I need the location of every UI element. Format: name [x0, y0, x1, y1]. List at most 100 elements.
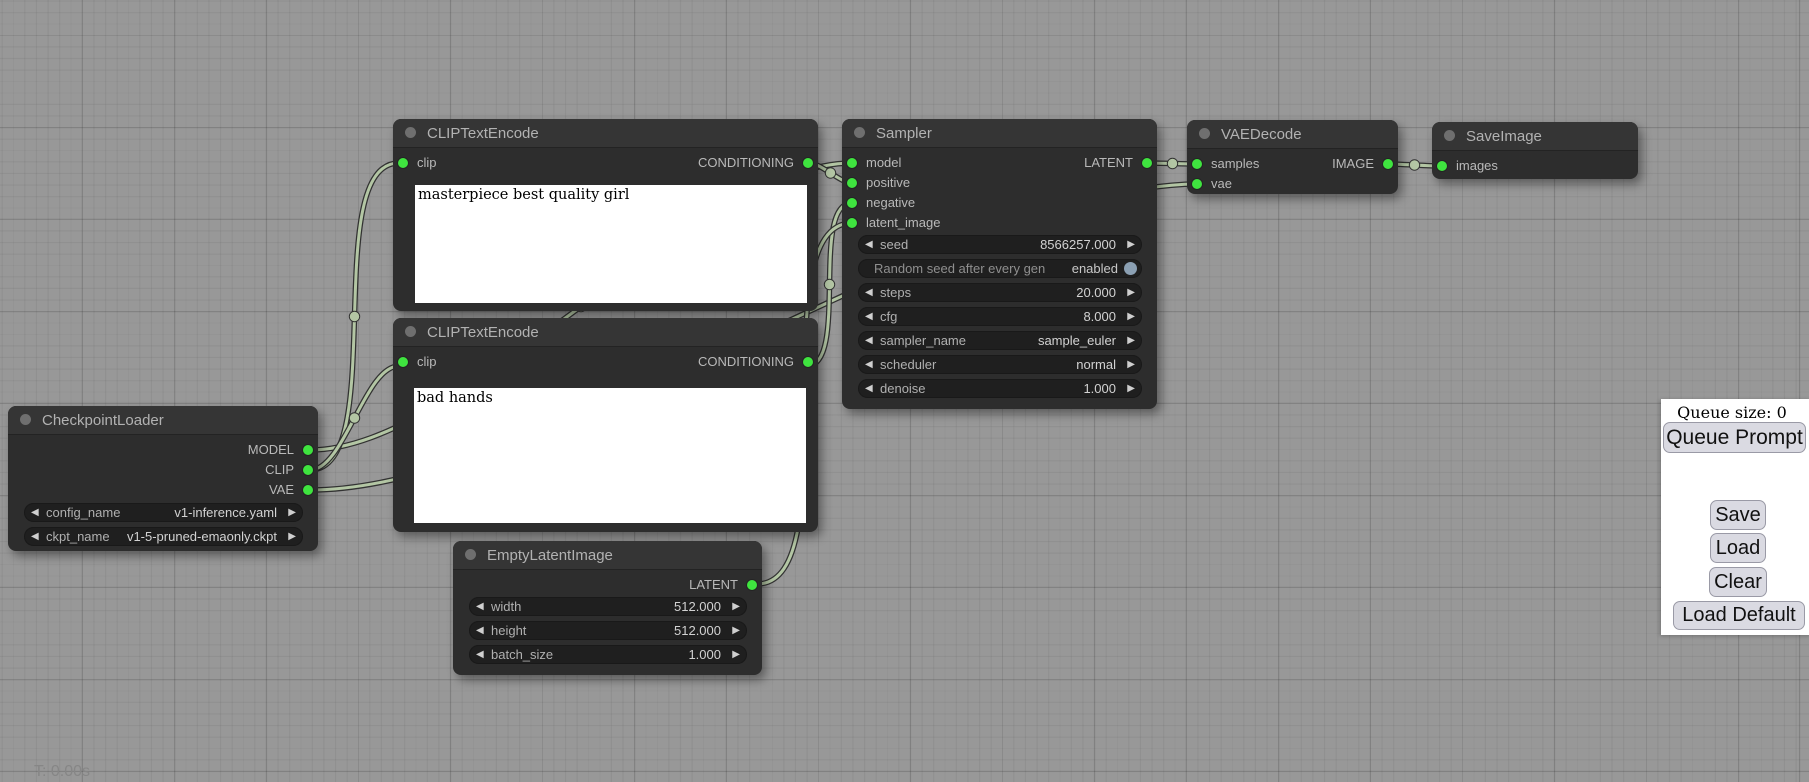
- collapse-dot-icon[interactable]: [1199, 128, 1210, 139]
- collapse-dot-icon[interactable]: [20, 414, 31, 425]
- load-default-button[interactable]: Load Default: [1673, 601, 1805, 630]
- node-clip-text-encode-negative[interactable]: CLIPTextEncodeclipCONDITIONINGbad hands: [393, 318, 818, 532]
- widget-right-arrow-icon[interactable]: ▶: [1127, 283, 1135, 302]
- graph-canvas[interactable]: CheckpointLoaderMODELCLIPVAE◀▶config_nam…: [0, 0, 1809, 782]
- output-port-dot[interactable]: [303, 485, 313, 495]
- node-title: CLIPTextEncode: [427, 324, 539, 341]
- widget-value: v1-5-pruned-emaonly.ckpt: [127, 527, 277, 546]
- widget-steps[interactable]: ◀ ▶ steps 20.000: [858, 283, 1142, 302]
- widget-left-arrow-icon[interactable]: ◀: [31, 503, 39, 522]
- widget-right-arrow-icon[interactable]: ▶: [288, 527, 296, 546]
- widget-label: Random seed after every gen: [874, 259, 1045, 278]
- widget-toggle[interactable]: Random seed after every genenabled: [858, 259, 1142, 278]
- clear-button[interactable]: Clear: [1709, 567, 1767, 597]
- output-port-IMAGE: IMAGE: [1332, 156, 1393, 172]
- prompt-textarea[interactable]: bad hands: [414, 388, 806, 523]
- collapse-dot-icon[interactable]: [1444, 130, 1455, 141]
- prompt-textarea[interactable]: masterpiece best quality girl: [415, 185, 807, 303]
- collapse-dot-icon[interactable]: [405, 127, 416, 138]
- output-port-VAE: VAE: [269, 482, 313, 498]
- collapse-dot-icon[interactable]: [854, 127, 865, 138]
- widget-cfg[interactable]: ◀▶cfg8.000: [858, 307, 1142, 326]
- input-port-dot[interactable]: [398, 158, 408, 168]
- node-title-bar: EmptyLatentImage: [453, 541, 762, 570]
- widget-label: height: [491, 621, 526, 640]
- save-button[interactable]: Save: [1710, 500, 1766, 530]
- toggle-knob-icon[interactable]: [1124, 262, 1137, 275]
- widget-left-arrow-icon[interactable]: ◀: [865, 307, 873, 326]
- output-port-dot[interactable]: [803, 158, 813, 168]
- widget-label: sampler_name: [880, 331, 966, 350]
- widget-value: 8.000: [1083, 307, 1116, 326]
- input-port-dot[interactable]: [1192, 159, 1202, 169]
- input-port-dot[interactable]: [1192, 179, 1202, 189]
- input-port-dot[interactable]: [847, 178, 857, 188]
- widget-left-arrow-icon[interactable]: ◀: [865, 283, 873, 302]
- node-clip-text-encode-positive[interactable]: CLIPTextEncodeclipCONDITIONINGmasterpiec…: [393, 119, 818, 311]
- output-port-dot[interactable]: [1142, 158, 1152, 168]
- queue-sidebar: Queue size: 0 Queue Prompt Save Load Cle…: [1661, 399, 1809, 635]
- widget-config_name[interactable]: ◀▶config_namev1-inference.yaml: [24, 503, 303, 522]
- widget-left-arrow-icon[interactable]: ◀: [31, 527, 39, 546]
- widget-right-arrow-icon[interactable]: ▶: [1127, 331, 1135, 350]
- widget-right-arrow-icon[interactable]: ▶: [1127, 235, 1135, 254]
- widget-right-arrow-icon[interactable]: ▶: [1127, 379, 1135, 398]
- widget-right-arrow-icon[interactable]: ▶: [732, 597, 740, 616]
- output-port-LATENT: LATENT: [689, 577, 757, 593]
- widget-right-arrow-icon[interactable]: ▶: [288, 503, 296, 522]
- input-port-dot[interactable]: [398, 357, 408, 367]
- input-port-dot[interactable]: [1437, 161, 1447, 171]
- widget-denoise[interactable]: ◀▶denoise1.000: [858, 379, 1142, 398]
- input-port-dot[interactable]: [847, 158, 857, 168]
- output-port-dot[interactable]: [747, 580, 757, 590]
- widget-ckpt_name[interactable]: ◀▶ckpt_namev1-5-pruned-emaonly.ckpt: [24, 527, 303, 546]
- widget-left-arrow-icon[interactable]: ◀: [865, 235, 873, 254]
- widget-left-arrow-icon[interactable]: ◀: [476, 597, 484, 616]
- widget-height[interactable]: ◀▶height512.000: [469, 621, 747, 640]
- widget-label: width: [491, 597, 521, 616]
- output-port-LATENT: LATENT: [1084, 155, 1152, 171]
- collapse-dot-icon[interactable]: [405, 326, 416, 337]
- widget-right-arrow-icon[interactable]: ▶: [732, 621, 740, 640]
- widget-left-arrow-icon[interactable]: ◀: [865, 355, 873, 374]
- widget-seed[interactable]: ◀▶seed8566257.000: [858, 235, 1142, 254]
- node-save-image[interactable]: SaveImageimages: [1432, 122, 1638, 179]
- widget-left-arrow-icon[interactable]: ◀: [476, 645, 484, 664]
- output-port-dot[interactable]: [303, 465, 313, 475]
- widget-width[interactable]: ◀▶width512.000: [469, 597, 747, 616]
- output-port-dot[interactable]: [303, 445, 313, 455]
- widget-left-arrow-icon[interactable]: ◀: [865, 379, 873, 398]
- widget-batch_size[interactable]: ◀▶batch_size1.000: [469, 645, 747, 664]
- input-port-dot[interactable]: [847, 218, 857, 228]
- node-vae-decode[interactable]: VAEDecodesamplesvaeIMAGE: [1187, 120, 1398, 194]
- widget-value: 20.000: [1076, 283, 1116, 302]
- widget-left-arrow-icon[interactable]: ◀: [865, 331, 873, 350]
- node-sampler[interactable]: Samplermodelpositivenegativelatent_image…: [842, 119, 1157, 409]
- input-port-clip: clip: [398, 354, 437, 370]
- output-port-dot[interactable]: [1383, 159, 1393, 169]
- input-port-dot[interactable]: [847, 198, 857, 208]
- load-button[interactable]: Load: [1710, 533, 1766, 563]
- output-port-CONDITIONING: CONDITIONING: [698, 155, 813, 171]
- collapse-dot-icon[interactable]: [465, 549, 476, 560]
- widget-value: normal: [1076, 355, 1116, 374]
- node-checkpoint-loader[interactable]: CheckpointLoaderMODELCLIPVAE◀▶config_nam…: [8, 406, 318, 551]
- widget-sampler_name[interactable]: ◀▶sampler_namesample_euler: [858, 331, 1142, 350]
- output-port-dot[interactable]: [803, 357, 813, 367]
- input-port-latent_image: latent_image: [847, 215, 940, 231]
- widget-value: 1.000: [688, 645, 721, 664]
- widget-right-arrow-icon[interactable]: ▶: [1127, 307, 1135, 326]
- widget-value: 8566257.000: [1040, 235, 1116, 254]
- widget-value: v1-inference.yaml: [174, 503, 277, 522]
- widget-right-arrow-icon[interactable]: ▶: [1127, 355, 1135, 374]
- widget-label: denoise: [880, 379, 926, 398]
- widget-right-arrow-icon[interactable]: ▶: [732, 645, 740, 664]
- queue-prompt-button[interactable]: Queue Prompt: [1663, 422, 1806, 453]
- node-empty-latent-image[interactable]: EmptyLatentImageLATENT◀▶width512.000◀▶he…: [453, 541, 762, 675]
- nodes-layer: CheckpointLoaderMODELCLIPVAE◀▶config_nam…: [0, 0, 1809, 782]
- widget-left-arrow-icon[interactable]: ◀: [476, 621, 484, 640]
- node-title: EmptyLatentImage: [487, 547, 613, 564]
- widget-label: steps: [880, 283, 911, 302]
- widget-scheduler[interactable]: ◀▶schedulernormal: [858, 355, 1142, 374]
- input-port-negative: negative: [847, 195, 915, 211]
